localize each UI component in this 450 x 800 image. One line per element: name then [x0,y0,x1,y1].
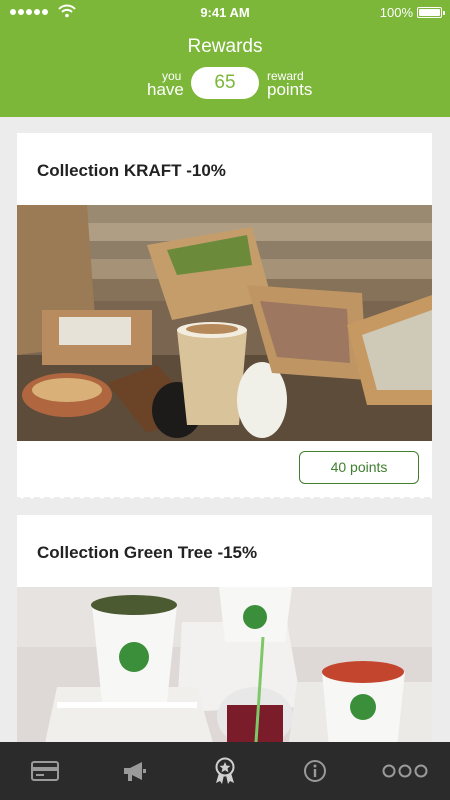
kraft-packaging-image [17,205,432,441]
green-tree-packaging-image [17,587,432,757]
info-icon [304,760,326,782]
reward-card-kraft[interactable]: Collection KRAFT -10% 40 points [17,133,432,497]
nav-more[interactable] [360,742,450,800]
nav-card[interactable] [0,742,90,800]
reward-title: Collection Green Tree -15% [37,543,258,562]
battery-percent: 100% [379,5,413,20]
status-bar: 9:41 AM 100% [0,0,450,24]
rewards-header: 9:41 AM 100% Rewards you have 65 reward … [0,0,450,117]
points-balance: 65 [191,67,259,99]
nav-info[interactable] [270,742,360,800]
have-label: have [147,80,184,99]
bottom-navigation [0,742,450,800]
megaphone-icon [124,762,146,781]
page-title: Rewards [187,36,263,57]
more-icon [382,764,428,778]
card-zigzag-edge [17,490,432,499]
award-icon [215,757,235,784]
nav-rewards[interactable] [180,742,270,800]
battery-icon [417,7,445,18]
card-icon [31,761,59,781]
reward-card-green-tree[interactable]: Collection Green Tree -15% [17,515,432,757]
redeem-points-button[interactable]: 40 points [299,451,419,484]
nav-news[interactable] [90,742,180,800]
points-label: points [267,80,313,99]
reward-title: Collection KRAFT -10% [37,161,226,180]
